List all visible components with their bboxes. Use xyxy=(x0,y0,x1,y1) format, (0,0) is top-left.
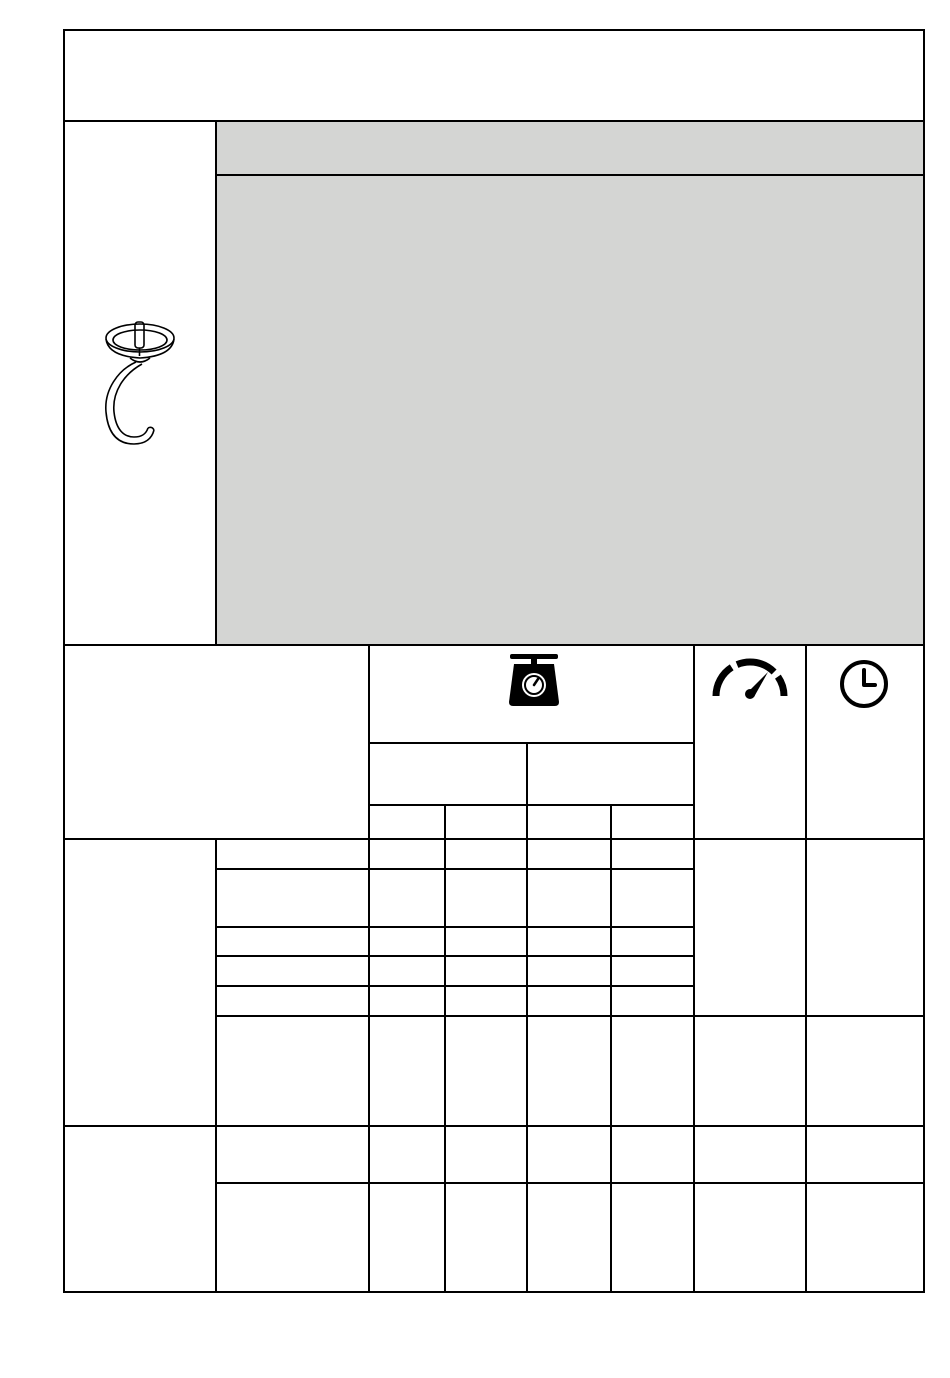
scale-icon xyxy=(509,654,559,706)
accessory-name-panel xyxy=(216,121,924,174)
accessory-description-panel xyxy=(216,175,924,644)
dough-hook-icon xyxy=(105,321,175,445)
clock-icon xyxy=(840,660,888,708)
speedometer-icon xyxy=(712,658,788,699)
